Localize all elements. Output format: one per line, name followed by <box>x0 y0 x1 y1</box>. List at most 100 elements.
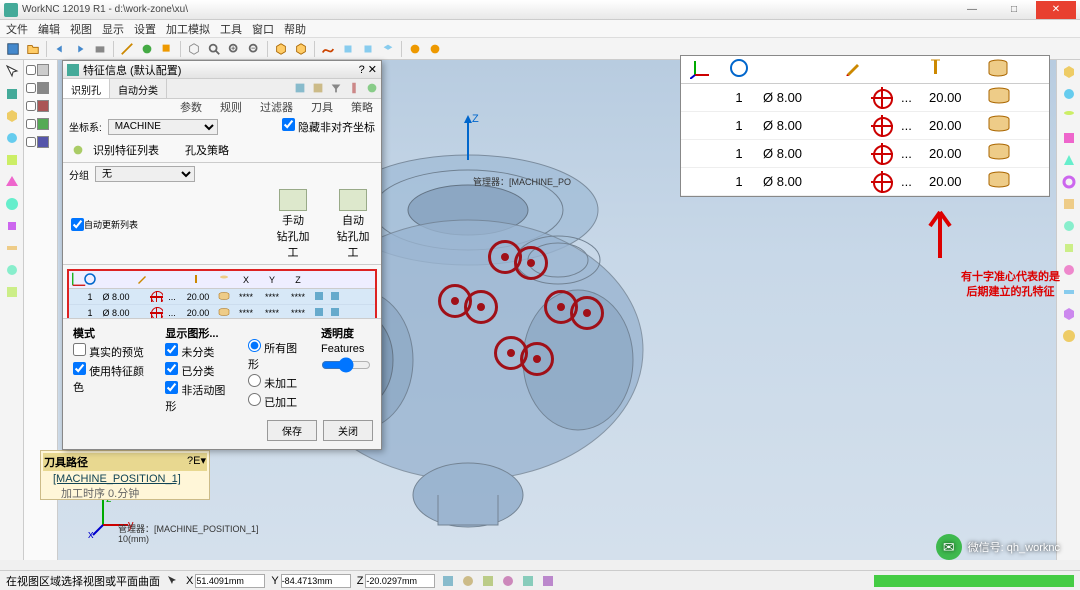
menu-edit[interactable]: 编辑 <box>38 21 60 37</box>
real-preview-check[interactable] <box>73 343 86 356</box>
coord-select[interactable]: MACHINE <box>108 119 218 135</box>
shape7-icon[interactable] <box>2 260 22 280</box>
r-tool2-icon[interactable] <box>1059 238 1079 258</box>
shape6-icon[interactable] <box>2 238 22 258</box>
color-icon[interactable] <box>138 40 156 58</box>
status-i6-icon[interactable] <box>541 574 555 588</box>
ov-depth-icon <box>929 58 945 78</box>
vis-check-4[interactable] <box>26 119 36 129</box>
menu-display[interactable]: 显示 <box>102 21 124 37</box>
manual-drill-button[interactable]: 手动 钻孔加工 <box>273 189 313 260</box>
view-side-icon[interactable] <box>359 40 377 58</box>
machined-radio[interactable] <box>248 393 261 406</box>
inactive-check[interactable] <box>165 381 178 394</box>
auto-update-check[interactable] <box>71 218 84 231</box>
panel-icon <box>67 64 79 76</box>
shape2-icon[interactable] <box>2 150 22 170</box>
zoom-in-icon[interactable] <box>225 40 243 58</box>
sphere-icon[interactable] <box>406 40 424 58</box>
r-cyl-icon[interactable] <box>1059 106 1079 126</box>
undo-icon[interactable] <box>51 40 69 58</box>
status-z-field[interactable] <box>365 574 435 588</box>
shape5-icon[interactable] <box>2 216 22 236</box>
unclass-check[interactable] <box>165 343 178 356</box>
classed-check[interactable] <box>165 362 178 375</box>
menu-tools[interactable]: 工具 <box>220 21 242 37</box>
layer-icon[interactable] <box>158 40 176 58</box>
curve-icon[interactable] <box>319 40 337 58</box>
view-front-icon[interactable] <box>339 40 357 58</box>
save-button[interactable]: 保存 <box>267 420 317 441</box>
redo-icon[interactable] <box>71 40 89 58</box>
vis-check-2[interactable] <box>26 83 36 93</box>
menu-file[interactable]: 文件 <box>6 21 28 37</box>
panel-titlebar[interactable]: 特征信息 (默认配置) ? ✕ <box>63 61 381 79</box>
shape1-icon[interactable] <box>2 128 22 148</box>
vis-check-1[interactable] <box>26 65 36 75</box>
status-y-field[interactable] <box>281 574 351 588</box>
r-tool4-icon[interactable] <box>1059 282 1079 302</box>
box2-icon[interactable] <box>292 40 310 58</box>
transparency-slider[interactable] <box>321 357 371 373</box>
cube-icon[interactable] <box>185 40 203 58</box>
allshape-radio[interactable] <box>248 339 261 352</box>
status-i1-icon[interactable] <box>441 574 455 588</box>
menu-window[interactable]: 窗口 <box>252 21 274 37</box>
r-tool6-icon[interactable] <box>1059 326 1079 346</box>
cursor-icon[interactable] <box>2 62 22 82</box>
view-iso-icon[interactable] <box>379 40 397 58</box>
status-i4-icon[interactable] <box>501 574 515 588</box>
menu-help[interactable]: 帮助 <box>284 21 306 37</box>
tab-autoclass[interactable]: 自动分类 <box>110 79 167 98</box>
tab-recognize[interactable]: 识别孔 <box>63 79 110 98</box>
vis-check-3[interactable] <box>26 101 36 111</box>
shape3-icon[interactable] <box>2 172 22 192</box>
toolpath-tree[interactable]: 刀具路径 ?E▾ [MACHINE_POSITION_1] 加工时序 0.分钟 <box>40 450 210 500</box>
r-tool3-icon[interactable] <box>1059 260 1079 280</box>
close-button[interactable]: 关闭 <box>323 420 373 441</box>
vis-check-5[interactable] <box>26 137 36 147</box>
shape8-icon[interactable] <box>2 282 22 302</box>
sphere2-icon[interactable] <box>426 40 444 58</box>
minimize-button[interactable]: — <box>952 1 992 19</box>
r-tool1-icon[interactable] <box>1059 216 1079 236</box>
zoom-out-icon[interactable] <box>245 40 263 58</box>
panel-tb-rules-icon[interactable] <box>309 79 327 97</box>
box1-icon[interactable] <box>272 40 290 58</box>
r-tool5-icon[interactable] <box>1059 304 1079 324</box>
feature-row[interactable]: 1Ø 8.00...20.00************ <box>69 289 375 305</box>
zoom-fit-icon[interactable] <box>205 40 223 58</box>
maximize-button[interactable]: □ <box>994 1 1034 19</box>
paint-icon[interactable] <box>2 84 22 104</box>
hide-nonalign-check[interactable] <box>282 118 295 131</box>
r-cube-icon[interactable] <box>1059 62 1079 82</box>
block-icon[interactable] <box>2 106 22 126</box>
measure-icon[interactable] <box>118 40 136 58</box>
panel-tb-tool-icon[interactable] <box>345 79 363 97</box>
status-x-field[interactable] <box>195 574 265 588</box>
r-torus-icon[interactable] <box>1059 172 1079 192</box>
status-i3-icon[interactable] <box>481 574 495 588</box>
use-color-check[interactable] <box>73 362 86 375</box>
r-cone-icon[interactable] <box>1059 150 1079 170</box>
r-sphere-icon[interactable] <box>1059 84 1079 104</box>
r-mesh-icon[interactable] <box>1059 194 1079 214</box>
menu-settings[interactable]: 设置 <box>134 21 156 37</box>
print-icon[interactable] <box>91 40 109 58</box>
menu-view[interactable]: 视图 <box>70 21 92 37</box>
r-box-icon[interactable] <box>1059 128 1079 148</box>
close-button[interactable]: ✕ <box>1036 1 1076 19</box>
unmach-radio[interactable] <box>248 374 261 387</box>
panel-tb-strat-icon[interactable] <box>363 79 381 97</box>
save-icon[interactable] <box>4 40 22 58</box>
auto-drill-button[interactable]: 自动 钻孔加工 <box>333 189 373 260</box>
group-select[interactable]: 无 <box>95 166 195 182</box>
shape4-icon[interactable] <box>2 194 22 214</box>
status-i5-icon[interactable] <box>521 574 535 588</box>
open-icon[interactable] <box>24 40 42 58</box>
status-i2-icon[interactable] <box>461 574 475 588</box>
panel-tb-params-icon[interactable] <box>291 79 309 97</box>
recog-icon[interactable] <box>69 141 87 159</box>
panel-tb-filter-icon[interactable] <box>327 79 345 97</box>
menu-sim[interactable]: 加工模拟 <box>166 21 210 37</box>
